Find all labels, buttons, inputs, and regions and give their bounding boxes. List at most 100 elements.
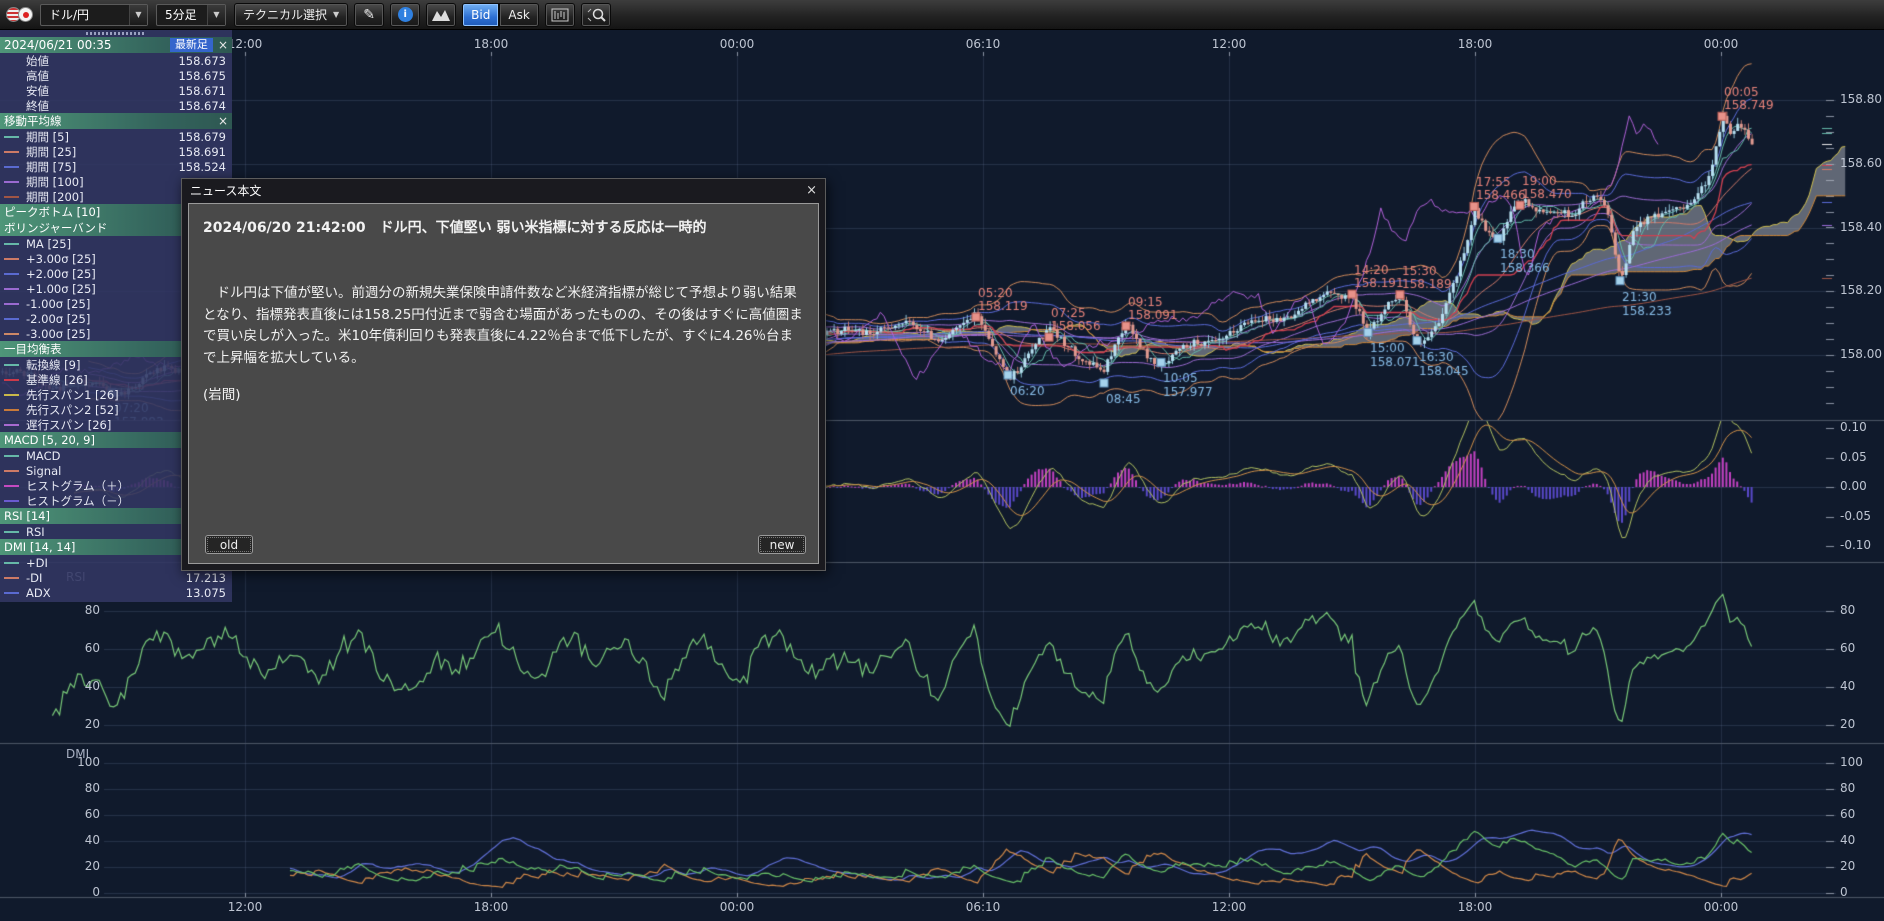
time-axis-label: 06:10 (960, 900, 1006, 914)
time-axis-label: 12:00 (222, 900, 268, 914)
macd-axis-label: 0.00 (1840, 479, 1867, 493)
currency-pair-flags-icon (6, 6, 36, 24)
indicator-label: 期間 [5] (26, 129, 69, 145)
new-news-button[interactable]: new (758, 535, 806, 554)
line-color-swatch (4, 424, 19, 426)
line-color-swatch (4, 243, 19, 245)
news-body-text: ドル円は下値が堅い。前週分の新規失業保険申請件数など米経済指標が総じて予想より弱… (203, 283, 804, 369)
time-axis-label: 00:00 (1698, 900, 1744, 914)
news-dialog-title: ニュース本文 (190, 182, 261, 199)
indicator-value: 158.691 (178, 145, 226, 159)
technical-select-button[interactable]: テクニカル選択 ▼ (234, 3, 348, 27)
rsi-axis-label: 80 (1840, 603, 1855, 617)
indicator-label: -3.00σ [25] (26, 327, 90, 341)
draw-tool-button[interactable]: ✎ (354, 3, 384, 27)
timeframe-select[interactable]: 5分足 ▼ (156, 4, 226, 26)
indicator-row[interactable]: 期間 [5] 158.679 (0, 129, 232, 144)
close-icon[interactable]: × (218, 39, 228, 51)
dmi-axis-label: 100 (1840, 755, 1863, 769)
indicator-value: 158.679 (178, 130, 226, 144)
panel-header[interactable]: 2024/06/21 00:35 最新足 × (0, 37, 232, 53)
group-title: RSI [14] (4, 509, 50, 523)
indicator-label: 転換線 [9] (26, 357, 80, 373)
indicator-value: 17.213 (186, 571, 226, 585)
rsi-axis-label: 40 (60, 679, 100, 693)
bid-button[interactable]: Bid (462, 3, 499, 27)
time-axis-label: 18:00 (468, 900, 514, 914)
info-button[interactable]: i (390, 3, 420, 27)
dmi-axis-label: 40 (56, 833, 100, 847)
ohlc-label: 安値 (26, 83, 49, 99)
indicator-group-header[interactable]: 移動平均線× (0, 113, 232, 129)
ohlc-label: 高値 (26, 68, 49, 84)
dmi-axis-label: 100 (56, 755, 100, 769)
line-color-swatch (4, 166, 19, 168)
line-color-swatch (4, 379, 19, 381)
line-color-swatch (4, 500, 19, 502)
ask-button[interactable]: Ask (499, 3, 538, 27)
indicator-label: 期間 [200] (26, 189, 84, 205)
rsi-axis-label: 60 (1840, 641, 1855, 655)
line-color-swatch (4, 470, 19, 472)
rsi-axis-label: 80 (60, 603, 100, 617)
indicator-label: Signal (26, 464, 61, 478)
line-color-swatch (4, 273, 19, 275)
dmi-axis-label: 80 (56, 781, 100, 795)
dmi-axis-label: 20 (56, 859, 100, 873)
indicator-label: +2.00σ [25] (26, 267, 96, 281)
line-color-swatch (4, 592, 19, 594)
close-icon[interactable]: × (806, 183, 817, 198)
indicator-label: 期間 [25] (26, 144, 76, 160)
indicator-row[interactable]: 終値158.674 (0, 98, 232, 113)
line-color-swatch (4, 364, 19, 366)
japan-flag-icon (18, 7, 33, 22)
technical-select-label: テクニカル選択 (243, 6, 327, 23)
dmi-axis-label: 60 (56, 807, 100, 821)
indicator-label: RSI (26, 525, 45, 539)
line-color-swatch (4, 562, 19, 564)
group-title: ピークボトム [10] (4, 204, 100, 220)
rsi-axis-label: 20 (60, 717, 100, 731)
indicator-value: 158.673 (178, 54, 226, 68)
group-title: DMI [14, 14] (4, 540, 75, 554)
indicator-row[interactable]: 高値158.675 (0, 68, 232, 83)
time-axis-label: 18:00 (1452, 900, 1498, 914)
news-headline: 2024/06/20 21:42:00 ドル円、下値堅い 弱い米指標に対する反応… (203, 217, 804, 237)
indicator-row[interactable]: 始値158.673 (0, 53, 232, 68)
indicator-row[interactable]: ADX13.075 (0, 585, 232, 600)
line-color-swatch (4, 577, 19, 579)
candle-detail-button[interactable] (545, 3, 575, 27)
indicator-label: +3.00σ [25] (26, 252, 96, 266)
indicator-label: 先行スパン2 [52] (26, 402, 119, 418)
indicator-row[interactable]: 期間 [75]158.524 (0, 159, 232, 174)
indicator-label: 期間 [100] (26, 174, 84, 190)
news-dialog-titlebar[interactable]: ニュース本文 × (182, 179, 825, 201)
line-color-swatch (4, 333, 19, 335)
macd-axis-label: -0.10 (1840, 538, 1871, 552)
time-axis-label: 12:00 (1206, 37, 1252, 51)
line-color-swatch (4, 288, 19, 290)
line-color-swatch (4, 455, 19, 457)
news-dialog-body: 2024/06/20 21:42:00 ドル円、下値堅い 弱い米指標に対する反応… (188, 203, 819, 564)
indicator-value: 158.671 (178, 84, 226, 98)
indicator-row[interactable]: 期間 [25] 158.691 (0, 144, 232, 159)
news-dialog: ニュース本文 × 2024/06/20 21:42:00 ドル円、下値堅い 弱い… (181, 178, 826, 571)
chevron-down-icon: ▼ (129, 5, 147, 25)
zoom-button[interactable] (581, 3, 611, 27)
indicator-value: 158.524 (178, 160, 226, 174)
old-news-button[interactable]: old (205, 535, 253, 554)
indicator-label: ヒストグラム（＋） (26, 478, 129, 494)
symbol-select[interactable]: ドル/円 ▼ (40, 4, 148, 26)
line-color-swatch (4, 196, 19, 198)
chart-type-button[interactable] (426, 3, 456, 27)
close-icon[interactable]: × (218, 115, 228, 127)
indicator-row[interactable]: 安値 158.671 (0, 83, 232, 98)
dmi-axis-label: 40 (1840, 833, 1855, 847)
magnifier-icon (586, 7, 606, 23)
rsi-axis-label: 20 (1840, 717, 1855, 731)
panel-drag-handle[interactable] (0, 30, 232, 37)
indicator-row[interactable]: -DI17.213 (0, 570, 232, 585)
line-color-swatch (4, 181, 19, 183)
dmi-axis-label: 80 (1840, 781, 1855, 795)
chevron-down-icon: ▼ (207, 5, 225, 25)
